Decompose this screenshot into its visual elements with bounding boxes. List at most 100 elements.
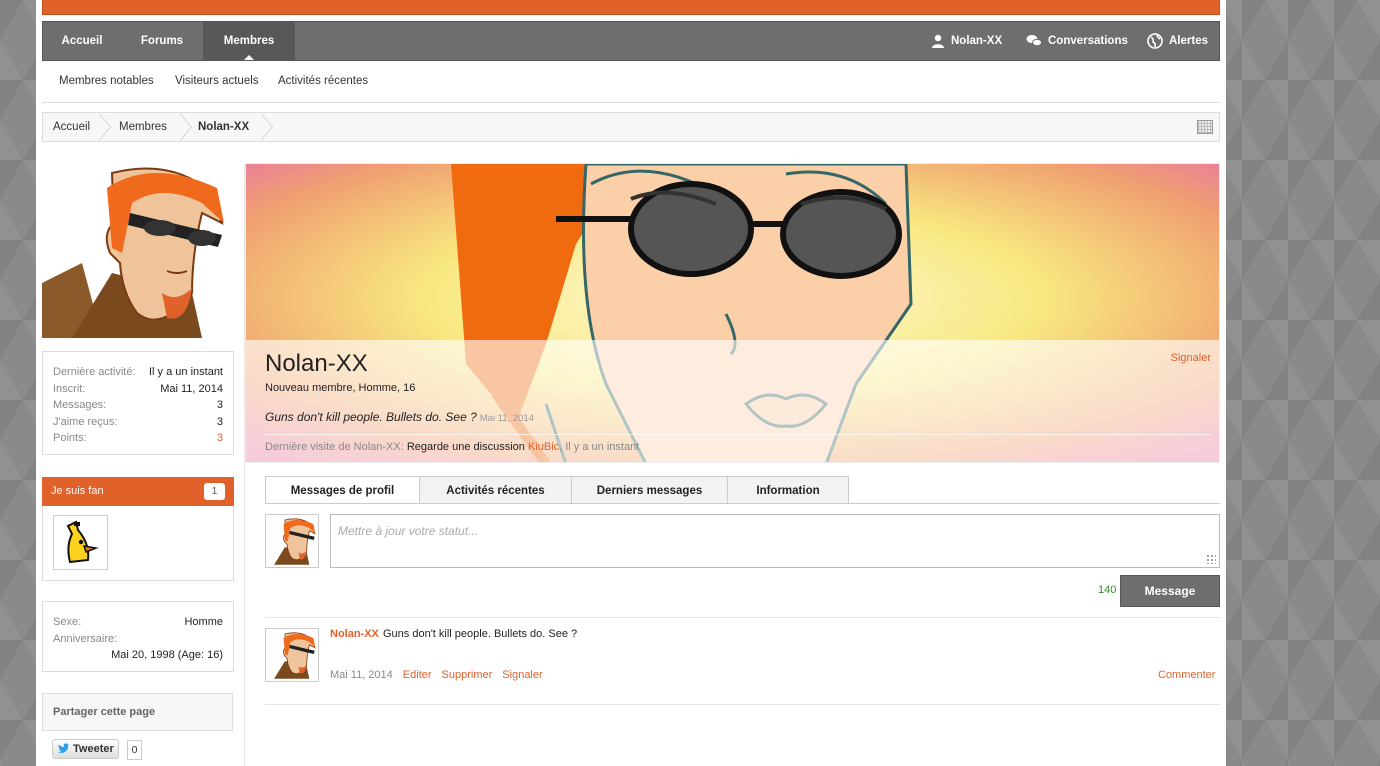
last-seen: Dernière visite de Nolan-XX: Regarde une…	[265, 441, 639, 453]
profile-tabs: Messages de profil Activités récentes De…	[265, 476, 849, 504]
cover-divider	[265, 434, 1211, 435]
post-report-link[interactable]: Signaler	[502, 669, 542, 681]
post-meta: Mai 11, 2014 Editer Supprimer Signaler	[330, 669, 543, 681]
subnav-recent-activity[interactable]: Activités récentes	[278, 75, 368, 87]
tab-profile-posts[interactable]: Messages de profil	[265, 476, 420, 504]
stat-points: Points: 3	[53, 430, 223, 447]
twitter-bird-icon	[58, 743, 70, 753]
resize-grip-icon[interactable]	[1206, 554, 1216, 564]
banana-avatar	[66, 520, 99, 564]
stat-likes: J'aime reçus: 3	[53, 414, 223, 431]
fans-list	[42, 506, 234, 581]
avatar-illustration	[42, 163, 234, 338]
stat-joined: Inscrit: Mai 11, 2014	[53, 381, 223, 398]
last-seen-action: Regarde une discussion	[406, 441, 525, 453]
post-edit-link[interactable]: Editer	[403, 669, 432, 681]
breadcrumb-current[interactable]: Nolan-XX	[198, 113, 249, 141]
subnav-current-visitors[interactable]: Visiteurs actuels	[175, 75, 259, 87]
stat-value: 3	[216, 415, 223, 428]
stat-label: J'aime reçus:	[53, 415, 118, 428]
profile-avatar[interactable]	[42, 163, 234, 338]
profile-name: Nolan-XX	[265, 350, 368, 377]
status-date: Mai 11, 2014	[479, 413, 534, 424]
char-counter: 140	[1098, 584, 1117, 596]
post-comment-link[interactable]: Commenter	[1158, 669, 1215, 681]
composer-avatar[interactable]	[265, 514, 319, 568]
nav-conversations-label: Conversations	[1048, 35, 1128, 47]
nav-alerts-label: Alertes	[1169, 35, 1208, 47]
mini-avatar-illustration	[274, 632, 316, 679]
header-banner	[42, 0, 1220, 15]
sub-navbar: Membres notables Visiteurs actuels Activ…	[42, 61, 1220, 103]
breadcrumb-separator	[179, 113, 194, 141]
divider	[265, 617, 1220, 618]
nav-user-menu[interactable]: Nolan-XX	[931, 22, 1002, 60]
stat-value: Il y a un instant	[149, 366, 223, 378]
fans-header: Je suis fan 1	[42, 477, 234, 506]
fan-avatar[interactable]	[53, 515, 108, 570]
info-birthday-label-row: Anniversaire:	[53, 631, 223, 648]
nav-tab-home[interactable]: Accueil	[43, 22, 121, 60]
tab-information[interactable]: Information	[727, 476, 849, 504]
post-author-link[interactable]: Nolan-XX	[330, 628, 379, 640]
nav-tab-members[interactable]: Membres	[203, 22, 295, 60]
info-label: Sexe:	[53, 616, 82, 628]
mini-avatar-illustration	[274, 518, 316, 565]
tweet-count: 0	[127, 740, 142, 760]
nav-username: Nolan-XX	[951, 35, 1003, 47]
status-input[interactable]	[330, 514, 1220, 568]
user-icon	[932, 34, 944, 48]
stat-label: Inscrit:	[53, 382, 86, 395]
info-birthday-row: Mai 20, 1998 (Age: 16)	[53, 647, 223, 664]
post-text: Guns don't kill people. Bullets do. See …	[383, 628, 578, 640]
profile-subtitle: Nouveau membre, Homme, 16	[265, 382, 416, 394]
share-header: Partager cette page	[42, 693, 233, 731]
stat-label: Messages:	[53, 399, 107, 411]
chat-bubbles-icon	[1026, 35, 1042, 47]
last-seen-prefix: Dernière visite de Nolan-XX:	[265, 441, 404, 453]
breadcrumb-members[interactable]: Membres	[119, 113, 167, 141]
divider	[265, 704, 1220, 705]
info-label: Anniversaire:	[53, 632, 118, 645]
globe-icon	[1147, 33, 1163, 49]
breadcrumb-home[interactable]: Accueil	[53, 113, 90, 141]
stat-points-link[interactable]: 3	[217, 430, 223, 447]
profile-cover: Nolan-XX Nouveau membre, Homme, 16 Guns …	[245, 163, 1220, 463]
page: Accueil Forums Membres Nolan-XX Conversa…	[36, 0, 1226, 766]
stat-value: 3	[216, 399, 223, 411]
report-profile-link[interactable]: Signaler	[1171, 352, 1211, 364]
breadcrumb-separator	[260, 113, 275, 141]
stat-label: Points:	[53, 432, 87, 444]
info-value: Mai 20, 1998 (Age: 16)	[111, 649, 223, 661]
stat-label: Dernière activité:	[53, 366, 136, 378]
status-text: Guns don't kill people. Bullets do. See …	[265, 410, 477, 424]
nav-tab-forums[interactable]: Forums	[127, 22, 197, 60]
cover-info-panel: Nolan-XX Nouveau membre, Homme, 16 Guns …	[246, 340, 1219, 462]
calendar-icon[interactable]	[1197, 120, 1213, 134]
stat-messages: Messages: 3	[53, 397, 223, 414]
share-title: Partager cette page	[53, 706, 156, 718]
post-delete-link[interactable]: Supprimer	[442, 669, 493, 681]
fans-count-badge: 1	[204, 483, 225, 500]
last-seen-thread-link[interactable]: KiuBic	[528, 441, 559, 453]
stat-value: Mai 11, 2014	[160, 382, 223, 395]
profile-status: Guns don't kill people. Bullets do. See …	[265, 410, 534, 424]
fans-title: Je suis fan	[51, 485, 104, 497]
info-box: Sexe: Homme Anniversaire: Mai 20, 1998 (A…	[42, 601, 234, 672]
stat-last-activity: Dernière activité: Il y a un instant	[53, 364, 223, 381]
tab-recent-activity[interactable]: Activités récentes	[419, 476, 572, 504]
subnav-notable-members[interactable]: Membres notables	[59, 75, 154, 87]
nav-alerts[interactable]: Alertes	[1147, 22, 1208, 60]
tabs-underline	[265, 503, 1220, 504]
tab-recent-posts[interactable]: Derniers messages	[571, 476, 728, 504]
post-message-button[interactable]: Message	[1120, 575, 1220, 607]
profile-sidebar: Dernière activité: Il y a un instant Insc…	[42, 163, 234, 760]
tweet-button[interactable]: Tweeter	[52, 739, 119, 759]
info-gender: Sexe: Homme	[53, 614, 223, 631]
post-date[interactable]: Mai 11, 2014	[330, 669, 393, 681]
nav-conversations[interactable]: Conversations	[1026, 22, 1128, 60]
last-seen-time: , Il y a un instant	[559, 441, 640, 453]
post-avatar[interactable]	[265, 628, 319, 682]
breadcrumb-separator	[98, 113, 113, 141]
stats-box: Dernière activité: Il y a un instant Insc…	[42, 351, 234, 455]
